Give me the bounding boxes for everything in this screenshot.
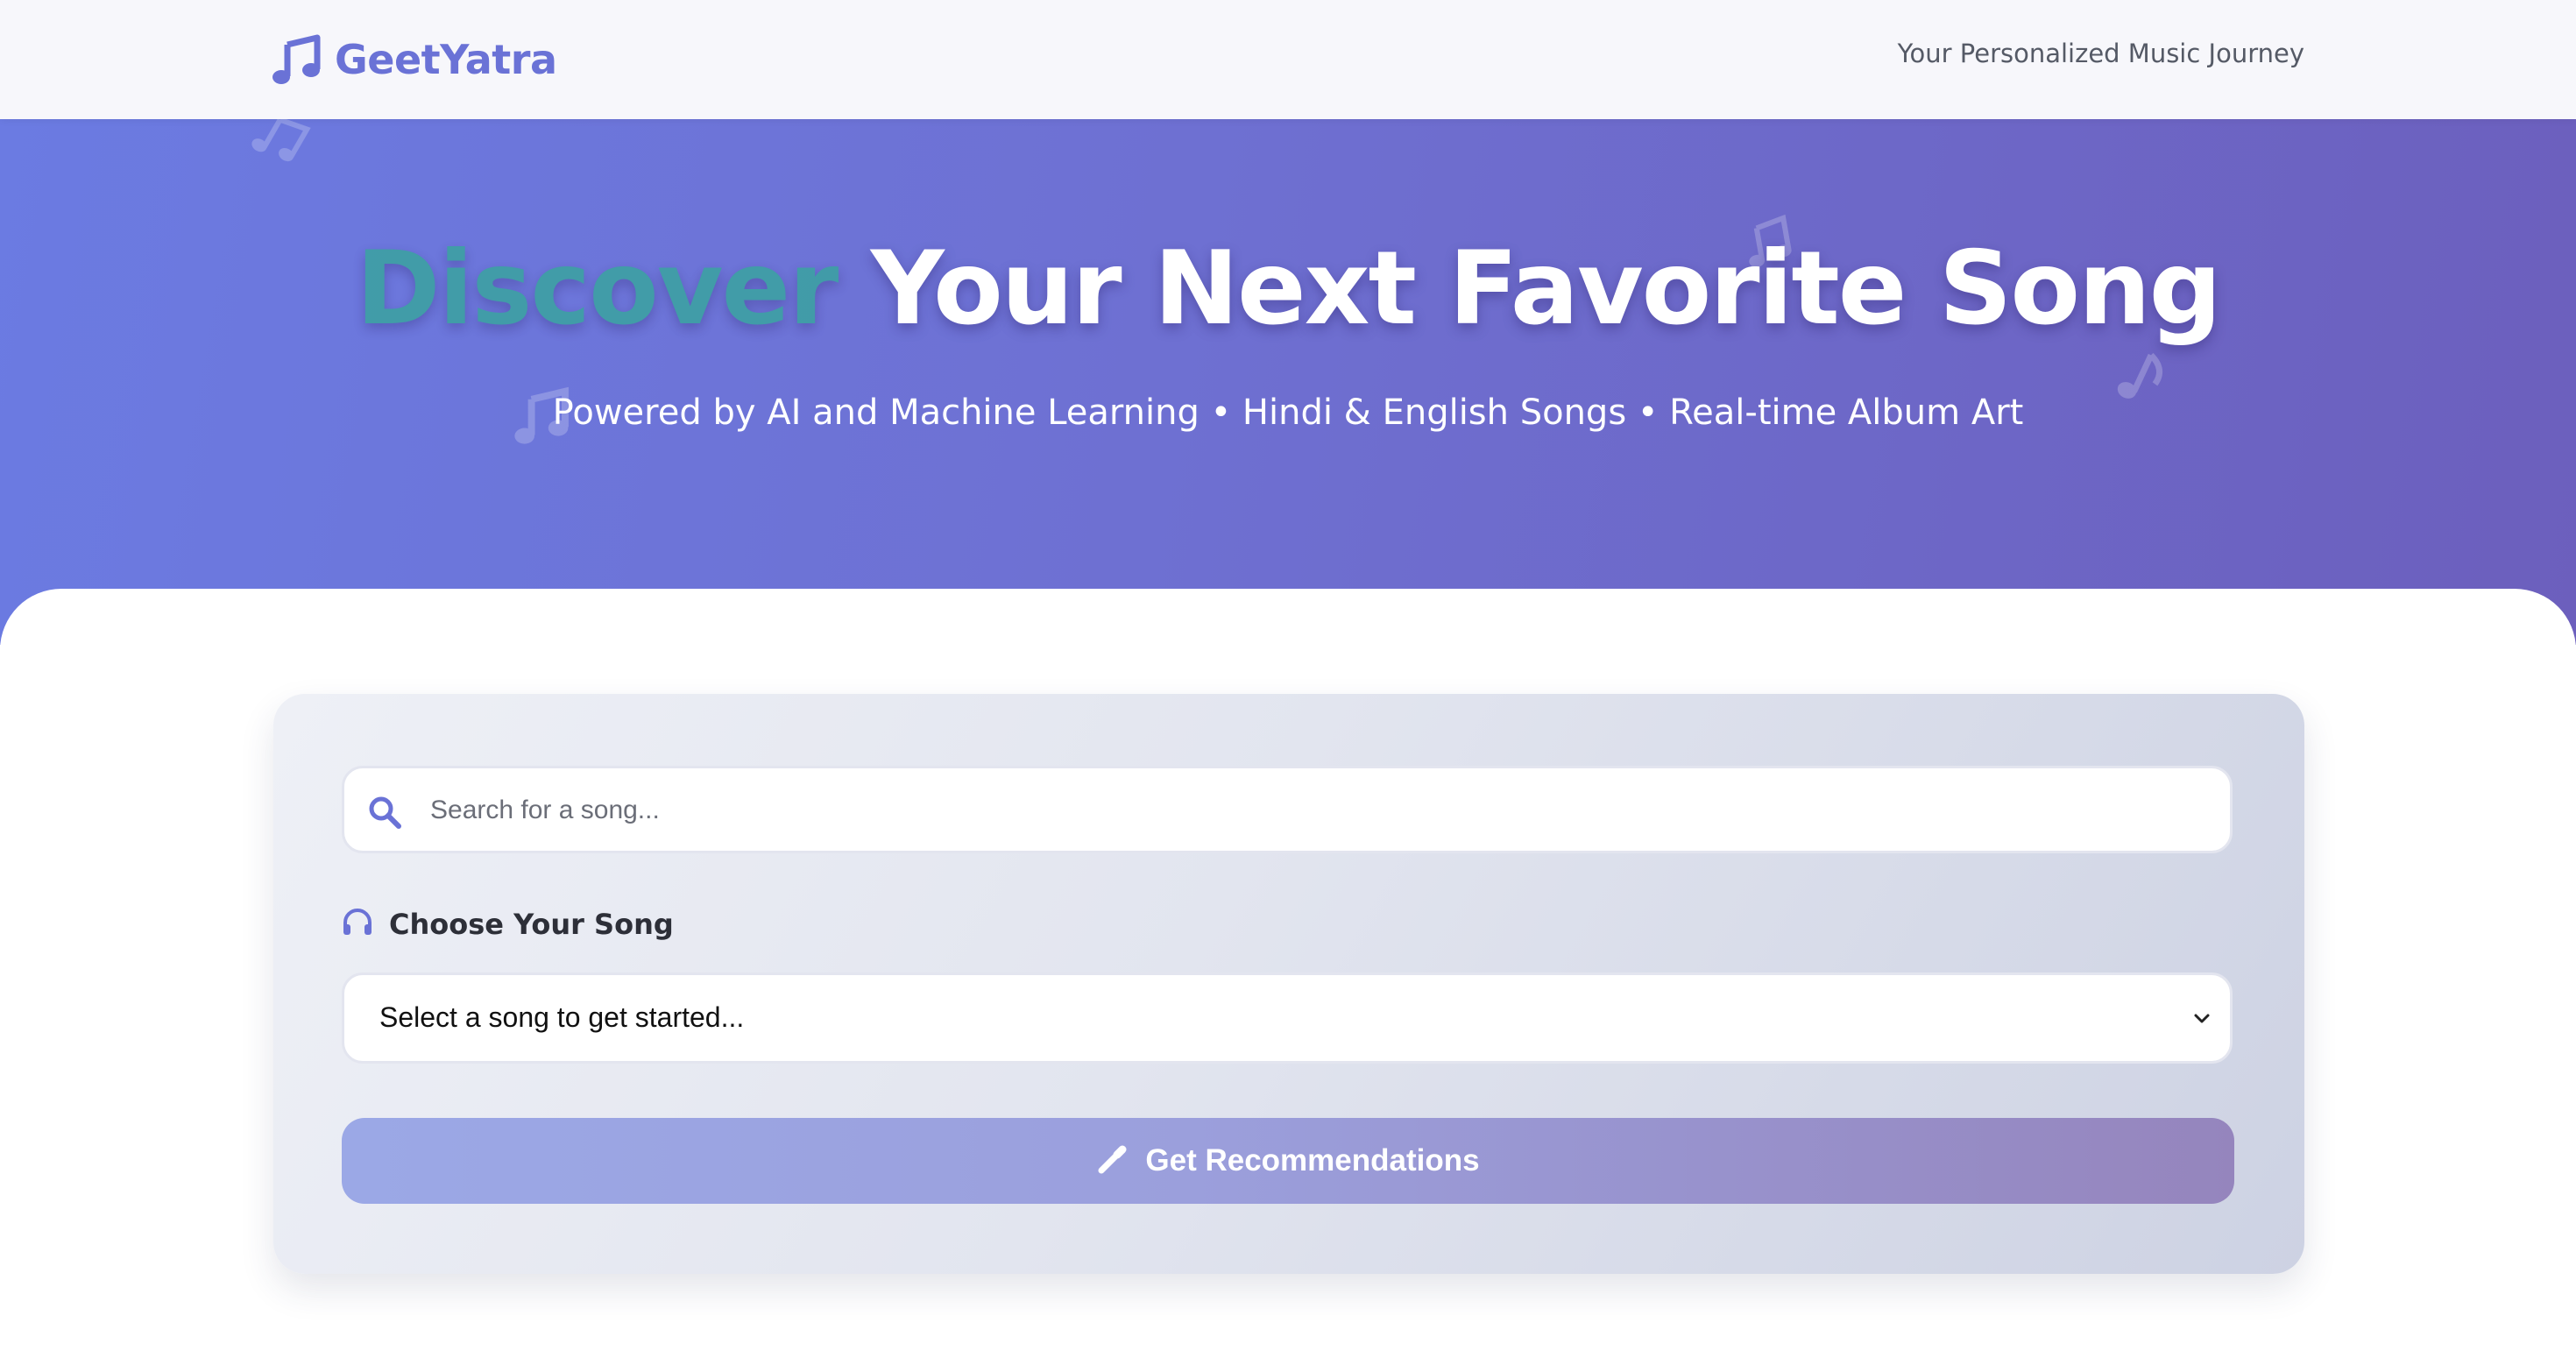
brand-logo[interactable]: GeetYatra — [270, 32, 557, 88]
search-box[interactable] — [342, 766, 2233, 853]
song-select[interactable]: Select a song to get started... — [342, 972, 2233, 1064]
get-recommendations-label: Get Recommendations — [1145, 1143, 1480, 1178]
header-tagline: Your Personalized Music Journey — [1897, 39, 2304, 68]
hero-title-rest: Your Next Favorite Song — [837, 230, 2222, 348]
hero-title-accent: Discover — [356, 230, 839, 348]
main-content: Choose Your Song Select a song to get st… — [0, 589, 2576, 1372]
get-recommendations-button[interactable]: Get Recommendations — [342, 1118, 2234, 1204]
hero-title: Discover Your Next Favorite Song — [0, 230, 2576, 348]
magic-wand-icon — [1096, 1142, 1129, 1179]
music-note-decor-icon — [244, 119, 316, 176]
choose-song-label: Choose Your Song — [342, 908, 674, 941]
hero-subtitle: Powered by AI and Machine Learning • Hin… — [552, 393, 2024, 433]
chevron-down-icon — [2193, 1012, 2211, 1029]
top-nav: GeetYatra Your Personalized Music Journe… — [0, 0, 2576, 119]
headphones-icon — [342, 909, 373, 940]
song-select-value: Select a song to get started... — [379, 1001, 745, 1033]
brand-name: GeetYatra — [335, 36, 557, 83]
hero-banner: Discover Your Next Favorite Song Powered… — [0, 119, 2576, 645]
search-icon — [367, 795, 402, 833]
search-input[interactable] — [428, 768, 2202, 852]
song-search-card: Choose Your Song Select a song to get st… — [273, 694, 2304, 1274]
choose-song-text: Choose Your Song — [389, 908, 674, 941]
music-note-icon — [270, 32, 324, 87]
